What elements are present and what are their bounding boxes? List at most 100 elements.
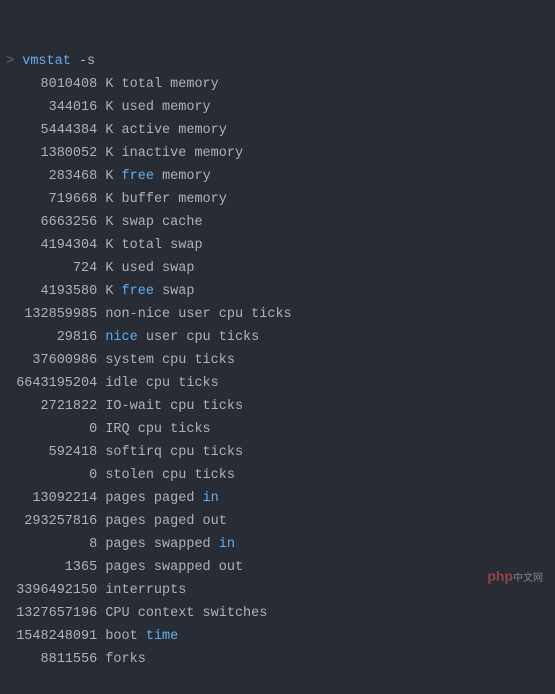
command-line: > vmstat -s [0, 50, 555, 73]
stat-unit: K [105, 100, 113, 115]
stat-unit: K [105, 146, 113, 161]
stat-label: idle cpu ticks [105, 376, 218, 391]
stat-value: 4194304 [0, 238, 97, 253]
stat-keyword: time [146, 629, 178, 644]
stat-value: 8 [0, 537, 97, 552]
stat-label: boot [105, 629, 137, 644]
stat-value: 4193580 [0, 284, 97, 299]
stat-keyword: free [122, 284, 154, 299]
stat-row: 6663256 K swap cache [0, 211, 555, 234]
stat-label: system cpu ticks [105, 353, 235, 368]
command-name: vmstat [22, 54, 71, 69]
stat-label: pages paged [105, 491, 194, 506]
watermark-suffix: 中文网 [513, 573, 543, 584]
watermark: php中文网 [487, 565, 543, 590]
stat-value: 592418 [0, 445, 97, 460]
stat-row: 4194304 K total swap [0, 234, 555, 257]
stat-value: 8811556 [0, 652, 97, 667]
stat-label: used memory [122, 100, 211, 115]
stat-value: 8010408 [0, 77, 97, 92]
stat-row: 724 K used swap [0, 257, 555, 280]
stat-value: 0 [0, 422, 97, 437]
stat-row: 1380052 K inactive memory [0, 142, 555, 165]
stat-unit: K [105, 284, 113, 299]
prompt-symbol: > [0, 54, 14, 69]
stat-row: 3396492150 interrupts [0, 579, 555, 602]
stat-keyword: nice [105, 330, 137, 345]
stat-row: 13092214 pages paged in [0, 487, 555, 510]
stat-unit: K [105, 261, 113, 276]
stat-value: 1548248091 [0, 629, 97, 644]
stat-label: pages swapped [105, 537, 210, 552]
stat-row: 0 IRQ cpu ticks [0, 418, 555, 441]
stat-label: forks [105, 652, 146, 667]
terminal-output: > vmstat -s 8010408 K total memory 34401… [0, 4, 555, 694]
stat-row: 4193580 K free swap [0, 280, 555, 303]
stat-value: 37600986 [0, 353, 97, 368]
stat-row: 8010408 K total memory [0, 73, 555, 96]
stat-row: 6643195204 idle cpu ticks [0, 372, 555, 395]
stat-row: 592418 softirq cpu ticks [0, 441, 555, 464]
stat-row: 0 stolen cpu ticks [0, 464, 555, 487]
stat-unit: K [105, 169, 113, 184]
stat-label: buffer memory [122, 192, 227, 207]
stat-label: active memory [122, 123, 227, 138]
stat-row: 8811556 forks [0, 648, 555, 671]
stat-value: 1327657196 [0, 606, 97, 621]
stat-row: 1548248091 boot time [0, 625, 555, 648]
stat-label: swap cache [122, 215, 203, 230]
stat-label: inactive memory [122, 146, 244, 161]
stat-value: 344016 [0, 100, 97, 115]
stat-label: IO-wait cpu ticks [105, 399, 243, 414]
stat-value: 0 [0, 468, 97, 483]
stat-keyword: free [122, 169, 154, 184]
command-args: -s [79, 54, 95, 69]
stat-label: IRQ cpu ticks [105, 422, 210, 437]
stat-value: 3396492150 [0, 583, 97, 598]
stat-value: 132859985 [0, 307, 97, 322]
stat-row: 1327657196 CPU context switches [0, 602, 555, 625]
stat-value: 29816 [0, 330, 97, 345]
stat-label: non-nice user cpu ticks [105, 307, 291, 322]
stat-value: 1380052 [0, 146, 97, 161]
stat-value: 293257816 [0, 514, 97, 529]
stat-unit: K [105, 215, 113, 230]
stat-label: CPU context switches [105, 606, 267, 621]
stat-value: 13092214 [0, 491, 97, 506]
stat-unit: K [105, 123, 113, 138]
stat-label: stolen cpu ticks [105, 468, 235, 483]
stat-unit: K [105, 238, 113, 253]
stat-row: 293257816 pages paged out [0, 510, 555, 533]
stat-value: 283468 [0, 169, 97, 184]
stat-row: 344016 K used memory [0, 96, 555, 119]
stat-row: 2721822 IO-wait cpu ticks [0, 395, 555, 418]
stat-label: used swap [122, 261, 195, 276]
stat-row: 132859985 non-nice user cpu ticks [0, 303, 555, 326]
stat-value: 719668 [0, 192, 97, 207]
stat-label: memory [162, 169, 211, 184]
stat-label: pages paged out [105, 514, 227, 529]
stat-label: total memory [122, 77, 219, 92]
stat-label: user cpu ticks [146, 330, 259, 345]
stat-label: swap [162, 284, 194, 299]
stat-label: pages swapped out [105, 560, 243, 575]
stat-keyword: in [219, 537, 235, 552]
stat-row: 1365 pages swapped out [0, 556, 555, 579]
stat-row: 37600986 system cpu ticks [0, 349, 555, 372]
stat-value: 724 [0, 261, 97, 276]
stat-label: total swap [122, 238, 203, 253]
stat-value: 2721822 [0, 399, 97, 414]
stat-row: 719668 K buffer memory [0, 188, 555, 211]
stat-value: 5444384 [0, 123, 97, 138]
stat-unit: K [105, 77, 113, 92]
stat-row: 283468 K free memory [0, 165, 555, 188]
stat-label: softirq cpu ticks [105, 445, 243, 460]
watermark-brand: php [487, 568, 513, 584]
stat-unit: K [105, 192, 113, 207]
stat-value: 6663256 [0, 215, 97, 230]
stat-value: 1365 [0, 560, 97, 575]
stat-row: 8 pages swapped in [0, 533, 555, 556]
stat-row: 29816 nice user cpu ticks [0, 326, 555, 349]
stat-keyword: in [203, 491, 219, 506]
stat-value: 6643195204 [0, 376, 97, 391]
